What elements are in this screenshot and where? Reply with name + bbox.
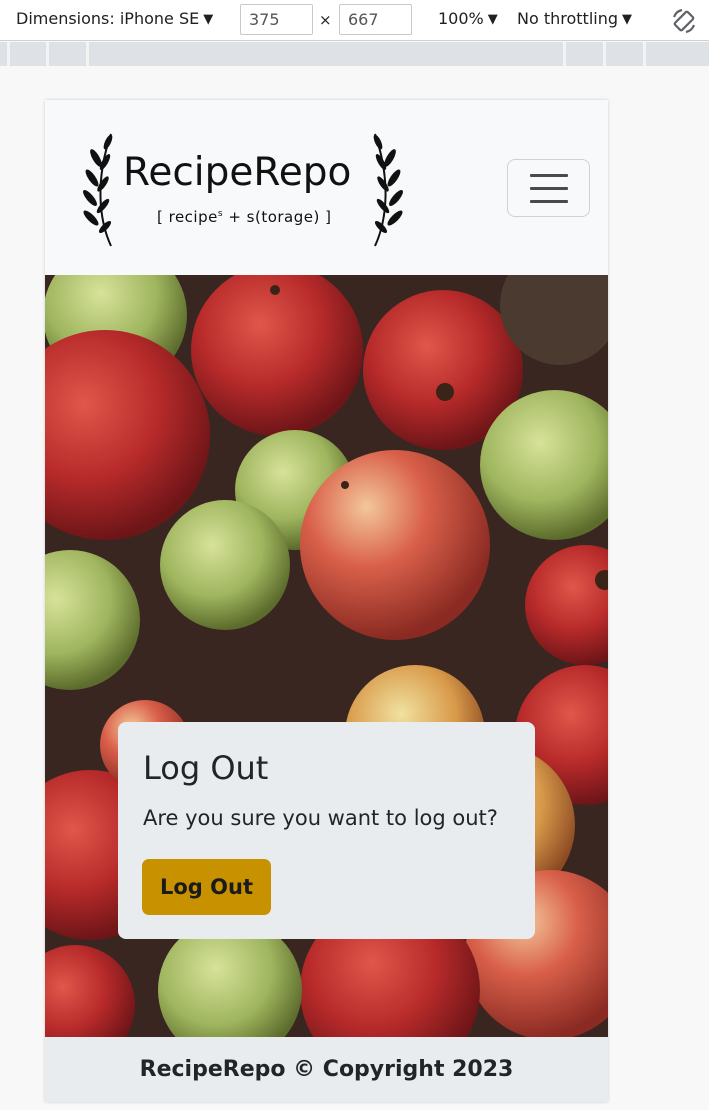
- navbar-toggler-button[interactable]: [507, 159, 590, 217]
- dimension-separator: ×: [319, 11, 332, 29]
- ruler-segment: [7, 42, 10, 66]
- footer-copyright: RecipeRepo © Copyright 2023: [139, 1057, 514, 1082]
- logout-button[interactable]: Log Out: [142, 859, 271, 915]
- navbar: RecipeRepo [ recipes + s(torage) ]: [45, 100, 608, 275]
- caret-down-icon: ▼: [487, 12, 498, 27]
- throttling-label: No throttling: [517, 9, 619, 28]
- viewport-width-input[interactable]: 375: [240, 4, 313, 35]
- brand-logo[interactable]: RecipeRepo [ recipes + s(torage) ]: [81, 130, 411, 250]
- laurel-left-icon: [83, 133, 113, 247]
- ruler-segment: [46, 42, 49, 66]
- zoom-dropdown[interactable]: 100% ▼: [438, 9, 498, 28]
- ruler-segment: [86, 42, 89, 66]
- ruler-segment: [603, 42, 606, 66]
- viewport-height-input[interactable]: 667: [339, 4, 412, 35]
- tagline-part: [ recipe: [157, 208, 218, 226]
- brand-tagline: [ recipes + s(torage) ]: [157, 208, 331, 226]
- hamburger-icon: [530, 187, 568, 190]
- device-dimensions-label: Dimensions: iPhone SE: [16, 9, 200, 28]
- caret-down-icon: ▼: [622, 12, 633, 27]
- logout-title: Log Out: [143, 749, 269, 787]
- device-viewport: RecipeRepo [ recipes + s(torage) ] Log O…: [45, 100, 608, 1102]
- brand-title: RecipeRepo: [123, 150, 352, 195]
- hero-background-image: Log Out Are you sure you want to log out…: [45, 275, 608, 1037]
- logout-card: Log Out Are you sure you want to log out…: [118, 722, 535, 939]
- logout-message: Are you sure you want to log out?: [143, 806, 498, 830]
- rotate-device-icon[interactable]: [670, 7, 698, 35]
- throttling-dropdown[interactable]: No throttling ▼: [517, 9, 632, 28]
- caret-down-icon: ▼: [203, 12, 214, 27]
- zoom-label: 100%: [438, 9, 484, 28]
- media-query-ruler: [0, 42, 709, 66]
- tagline-part: + s(torage) ]: [223, 208, 332, 226]
- ruler-segment: [563, 42, 566, 66]
- devtools-toolbar: Dimensions: iPhone SE ▼ 375 × 667 100% ▼ N…: [0, 0, 709, 41]
- hamburger-icon: [530, 174, 568, 177]
- laurel-right-icon: [373, 133, 403, 247]
- device-dimensions-dropdown[interactable]: Dimensions: iPhone SE ▼: [16, 9, 213, 28]
- ruler-segment: [643, 42, 646, 66]
- hamburger-icon: [530, 200, 568, 203]
- footer: RecipeRepo © Copyright 2023: [45, 1037, 608, 1102]
